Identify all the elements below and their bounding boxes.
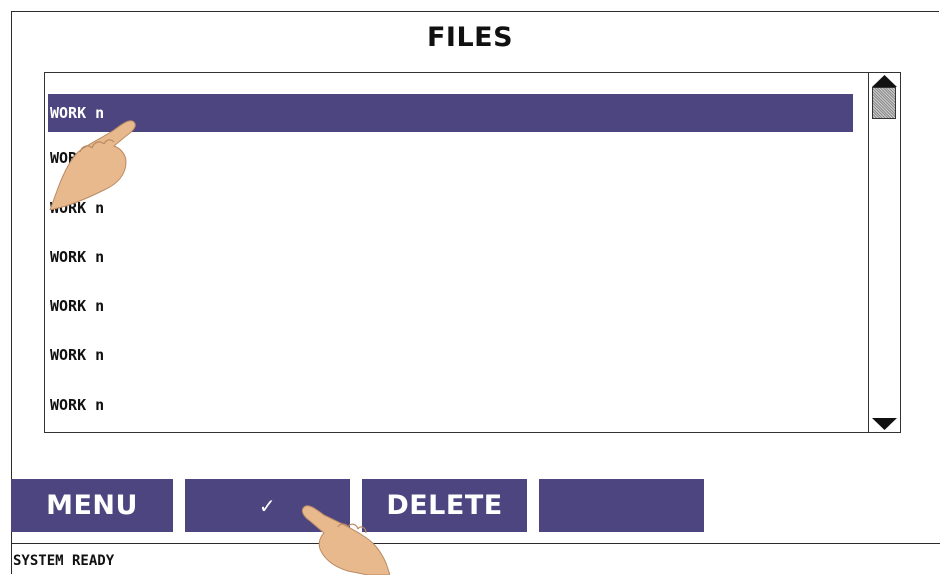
menu-button[interactable]: MENU xyxy=(11,479,173,532)
list-item[interactable]: WORK n xyxy=(48,336,853,374)
status-text: SYSTEM READY xyxy=(13,553,115,569)
page-title: FILES xyxy=(426,22,514,53)
status-bar xyxy=(11,543,940,575)
scrollbar[interactable] xyxy=(868,73,900,432)
list-item[interactable]: WORK n xyxy=(48,238,853,276)
list-item[interactable]: WORK n xyxy=(48,139,853,177)
file-list-panel: WORK n WORK n WORK n WORK n WORK n WORK … xyxy=(44,72,901,433)
file-list: WORK n WORK n WORK n WORK n WORK n WORK … xyxy=(45,73,868,432)
confirm-button[interactable]: ✓ xyxy=(185,479,350,532)
list-item[interactable]: WORK n xyxy=(48,94,853,132)
list-item[interactable]: WORK n xyxy=(48,386,853,424)
blank-button[interactable] xyxy=(539,479,704,532)
list-item[interactable]: WORK n xyxy=(48,189,853,227)
list-item[interactable]: WORK n xyxy=(48,287,853,325)
scrollbar-thumb[interactable] xyxy=(872,87,896,119)
delete-button[interactable]: DELETE xyxy=(362,479,527,532)
triangle-down-icon[interactable] xyxy=(869,412,900,432)
